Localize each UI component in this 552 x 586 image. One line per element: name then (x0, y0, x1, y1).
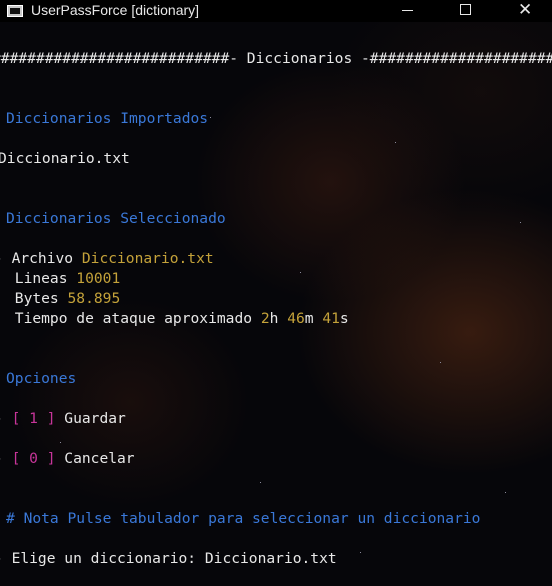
prompt-line[interactable]: - Elige un diccionario: Diccionario.txt (0, 549, 337, 569)
bytes-value: 58.895 (67, 290, 121, 307)
option-prefix: - (0, 410, 12, 427)
star-decoration (360, 552, 361, 553)
time-seconds-unit: s (339, 310, 349, 327)
star-decoration (210, 117, 211, 118)
lines-value: 10001 (76, 270, 121, 287)
imported-heading: Diccionarios Importados (6, 110, 209, 127)
file-value: Diccionario.txt (81, 250, 214, 267)
options-heading: Opciones (6, 370, 77, 387)
time-line: Tiempo de ataque aproximado 2h 46m 41s (6, 309, 349, 329)
minimize-button[interactable] (385, 0, 431, 22)
option-prefix: - (0, 450, 12, 467)
time-seconds-value: 41 (322, 310, 340, 327)
imported-file: Diccionario.txt (0, 150, 130, 167)
option-key: [ 0 ] (11, 450, 56, 467)
option-key: [ 1 ] (11, 410, 56, 427)
lines-line: Lineas 10001 (6, 269, 120, 289)
maximize-button[interactable] (442, 0, 488, 22)
star-decoration (505, 492, 506, 493)
bytes-label: Bytes (6, 290, 68, 307)
time-minutes-unit: m (304, 310, 323, 327)
star-decoration (60, 442, 61, 443)
close-icon: ✕ (518, 0, 533, 20)
file-label: Archivo (11, 250, 82, 267)
lines-label: Lineas (6, 270, 77, 287)
time-label: Tiempo de ataque aproximado (6, 310, 261, 327)
section-header: ###########################- Diccionario… (0, 50, 552, 67)
option-save[interactable]: - [ 1 ] Guardar (0, 409, 126, 429)
time-minutes-value: 46 (287, 310, 305, 327)
selected-heading: Diccionarios Seleccionado (6, 210, 226, 227)
console-icon[interactable] (7, 5, 23, 17)
option-label: Cancelar (55, 450, 135, 467)
file-prefix: - (0, 250, 12, 267)
prompt-prefix: - (0, 550, 12, 567)
note-text: # Nota Pulse tabulador para seleccionar … (6, 510, 481, 527)
minimize-icon (402, 10, 413, 11)
star-decoration (520, 222, 521, 223)
star-decoration (260, 482, 261, 483)
time-hours-value: 2 (260, 310, 270, 327)
option-cancel[interactable]: - [ 0 ] Cancelar (0, 449, 135, 469)
bytes-line: Bytes 58.895 (6, 289, 120, 309)
option-label: Guardar (55, 410, 126, 427)
window-title: UserPassForce [dictionary] (31, 2, 200, 18)
star-decoration (300, 272, 301, 273)
close-button[interactable]: ✕ (501, 0, 547, 22)
prompt-label: Elige un diccionario: (11, 550, 205, 567)
star-decoration (395, 142, 396, 143)
title-bar[interactable]: UserPassForce [dictionary] ✕ (0, 0, 552, 22)
console-window: UserPassForce [dictionary] ✕ ###########… (0, 0, 552, 586)
prompt-input[interactable]: Diccionario.txt (205, 550, 337, 567)
file-line: - Archivo Diccionario.txt (0, 249, 214, 269)
star-decoration (440, 362, 441, 363)
console-area[interactable]: ###########################- Diccionario… (0, 22, 552, 586)
time-hours-unit: h (269, 310, 288, 327)
maximize-icon (460, 4, 471, 15)
